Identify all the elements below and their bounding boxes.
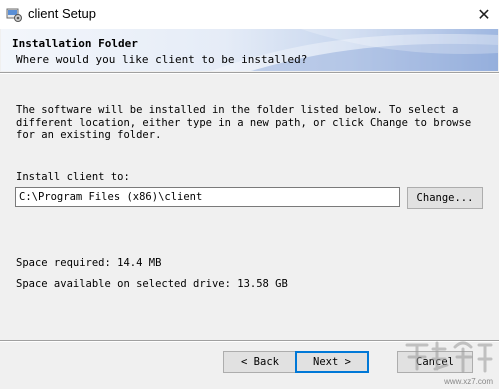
close-button[interactable]: ✕ [469, 0, 499, 29]
setup-installer-icon [6, 6, 22, 22]
setup-window: client Setup ✕ Installation Folder Where… [0, 0, 499, 389]
close-icon: ✕ [477, 6, 491, 24]
header-banner: Installation Folder Where would you like… [1, 29, 498, 71]
title-bar: client Setup ✕ [0, 0, 499, 29]
change-button[interactable]: Change... [407, 187, 483, 209]
install-location-label: Install client to: [16, 171, 130, 183]
description-text: The software will be installed in the fo… [16, 104, 472, 141]
space-required-text: Space required: 14.4 MB [16, 257, 162, 269]
next-button[interactable]: Next > [295, 351, 369, 373]
back-button[interactable]: < Back [223, 351, 297, 373]
window-title: client Setup [28, 6, 96, 21]
page-title: Installation Folder [12, 37, 138, 50]
header-divider [0, 72, 499, 74]
watermark-site: www.xz7.com [444, 377, 493, 386]
install-path-input[interactable] [15, 187, 400, 207]
page-subtitle: Where would you like client to be instal… [16, 53, 308, 66]
space-available-text: Space available on selected drive: 13.58… [16, 278, 288, 290]
